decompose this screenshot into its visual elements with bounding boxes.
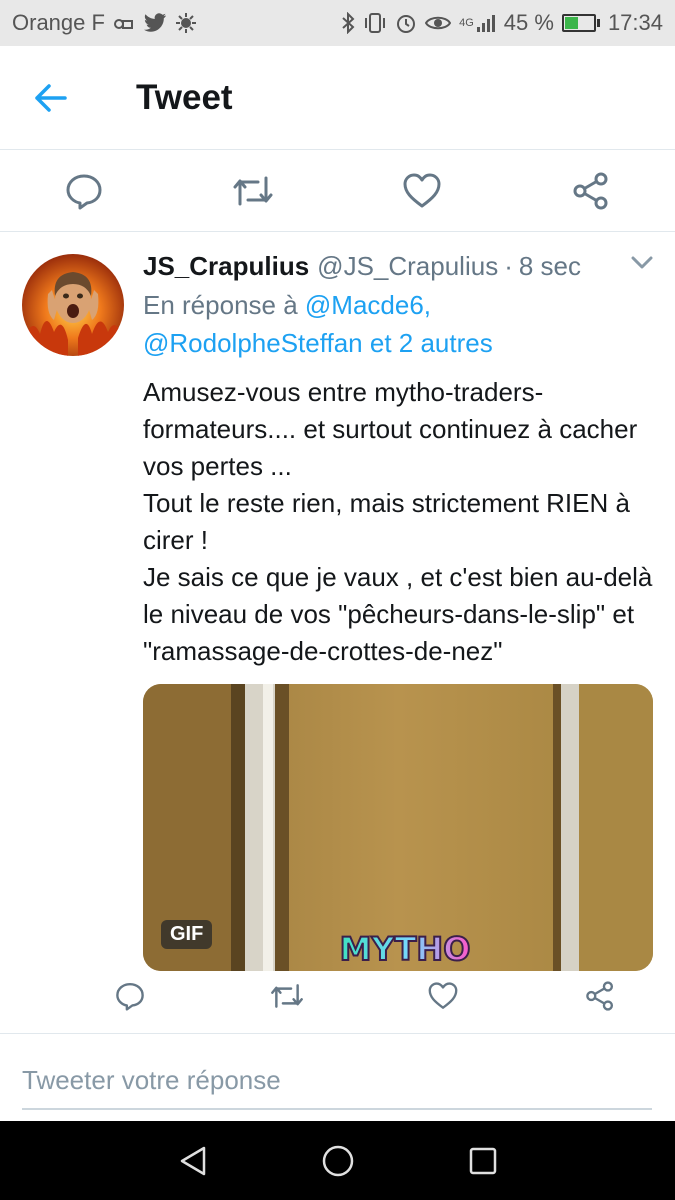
back-triangle-icon xyxy=(180,1146,205,1175)
page-title: Tweet xyxy=(136,77,233,117)
eye-icon xyxy=(425,14,452,32)
top-action-bar xyxy=(0,150,675,232)
back-button[interactable] xyxy=(0,46,100,150)
network-type-label: 4G xyxy=(459,17,474,29)
tweet-text-paragraph: Amusez-vous entre mytho-traders-formateu… xyxy=(143,377,638,481)
battery-icon xyxy=(561,14,600,32)
twitter-bird-icon xyxy=(143,13,167,33)
like-button[interactable] xyxy=(382,156,462,226)
voicemail-icon xyxy=(113,15,135,31)
mention-link-others[interactable]: @RodolpheSteffan et 2 autres xyxy=(143,328,493,358)
avatar[interactable] xyxy=(22,254,124,356)
home-circle-icon xyxy=(322,1145,353,1176)
recents-square-icon xyxy=(469,1147,496,1174)
gif-badge: GIF xyxy=(161,920,213,949)
meta-separator: · xyxy=(504,251,513,281)
nav-back-button[interactable] xyxy=(158,1126,228,1196)
tweet-meta: JS_Crapulius @JS_Crapulius · 8 sec xyxy=(143,246,653,286)
share-icon xyxy=(573,172,608,209)
share-button[interactable] xyxy=(551,156,631,226)
reply-icon xyxy=(66,174,102,209)
signal-icon: 4G xyxy=(459,13,496,33)
tweet-like-button[interactable] xyxy=(413,974,473,1018)
chevron-down-icon xyxy=(631,256,653,269)
retweet-icon xyxy=(270,984,303,1008)
tweet-retweet-button[interactable] xyxy=(257,974,317,1018)
gif-frame-image: MYTHO xyxy=(143,684,653,971)
bluetooth-icon xyxy=(341,12,355,34)
mention-link-macde6[interactable]: @Macde6, xyxy=(305,290,431,320)
tweet-text-paragraph: Je sais ce que je vaux , et c'est bien a… xyxy=(143,562,653,666)
retweet-icon xyxy=(233,176,273,205)
nav-home-button[interactable] xyxy=(303,1126,373,1196)
reply-input[interactable] xyxy=(22,1052,652,1110)
tweet-text: Amusez-vous entre mytho-traders-formateu… xyxy=(143,374,653,670)
timestamp: 8 sec xyxy=(518,251,582,281)
vibrate-icon xyxy=(363,12,387,34)
tweet-share-button[interactable] xyxy=(570,974,630,1018)
tweet-reply-button[interactable] xyxy=(100,974,160,1018)
nav-recents-button[interactable] xyxy=(448,1126,518,1196)
alarm-icon xyxy=(395,12,417,34)
display-name[interactable]: JS_Crapulius xyxy=(143,246,309,286)
reply-button[interactable] xyxy=(44,156,124,226)
gif-caption: MYTHO xyxy=(340,930,471,968)
gif-media[interactable]: MYTHO GIF xyxy=(143,684,653,971)
reply-context: En réponse à @Macde6, @RodolpheSteffan e… xyxy=(143,286,653,362)
battery-percent-label: 45 % xyxy=(503,10,554,35)
reply-prefix: En réponse à xyxy=(143,290,298,320)
back-arrow-icon xyxy=(35,83,67,112)
app-notification-icon xyxy=(175,12,197,34)
tweet-menu-button[interactable] xyxy=(631,256,653,275)
tweet: JS_Crapulius @JS_Crapulius · 8 sec En ré… xyxy=(0,232,675,1032)
reply-icon xyxy=(116,982,144,1011)
clock-label: 17:34 xyxy=(607,10,663,35)
like-icon xyxy=(428,982,458,1009)
tweet-action-bar xyxy=(100,974,630,1018)
reply-composer xyxy=(0,1033,675,1121)
like-icon xyxy=(403,173,441,207)
app-header: Tweet xyxy=(0,46,675,150)
share-icon xyxy=(586,981,613,1011)
carrier-label: Orange F xyxy=(12,10,105,35)
user-handle[interactable]: @JS_Crapulius xyxy=(317,246,498,286)
retweet-button[interactable] xyxy=(213,156,293,226)
android-nav-bar xyxy=(0,1121,675,1200)
battery-fill xyxy=(564,17,578,29)
status-bar: Orange F 4G 45 % 17:34 xyxy=(0,0,675,46)
tweet-text-paragraph: Tout le reste rien, mais strictement RIE… xyxy=(143,488,630,555)
